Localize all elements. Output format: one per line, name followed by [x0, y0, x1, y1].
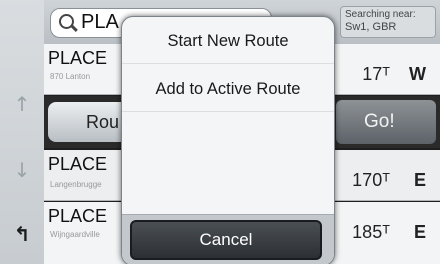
result-distance: 170ᵀ	[352, 170, 390, 190]
route-button-label: Rou	[86, 112, 120, 132]
arrow-down-icon[interactable]: ↓	[0, 150, 44, 190]
result-name: PLACE	[48, 48, 108, 68]
near-label: Searching near:	[345, 9, 416, 20]
arrow-up-icon[interactable]: ↑	[0, 84, 44, 124]
go-button[interactable]: Go!	[336, 100, 436, 144]
dialog-footer: Cancel	[122, 214, 334, 264]
result-address: 870 Lanton	[50, 72, 91, 81]
result-direction: W	[409, 64, 426, 84]
start-new-route-option[interactable]: Start New Route	[122, 19, 334, 64]
result-direction: E	[413, 222, 426, 242]
result-address: Wijngaardville	[50, 230, 100, 239]
searching-near-button[interactable]: Searching near: Sw1, GBR	[340, 6, 436, 38]
result-address: Langenbrugge	[50, 180, 102, 189]
route-options-dialog: Start New Route Add to Active Route Canc…	[121, 16, 335, 264]
near-value: Sw1, GBR	[345, 21, 397, 33]
result-name: PLACE	[48, 206, 108, 226]
result-distance: 185ᵀ	[352, 222, 390, 242]
result-direction: E	[413, 170, 426, 190]
search-icon	[59, 14, 74, 29]
result-name: PLACE	[48, 154, 108, 174]
cancel-button[interactable]: Cancel	[130, 220, 322, 260]
add-to-active-route-option[interactable]: Add to Active Route	[122, 67, 334, 112]
search-query: PLA	[81, 11, 119, 33]
go-button-label: Go!	[364, 111, 395, 132]
left-nav-bar: ↑ ↓ ↰	[0, 0, 44, 264]
back-icon[interactable]: ↰	[0, 214, 44, 254]
result-distance: 17ᵀ	[362, 64, 390, 84]
route-screen: ↑ ↓ ↰ PLA Searching near: Sw1, GBR PLACE…	[0, 0, 440, 264]
